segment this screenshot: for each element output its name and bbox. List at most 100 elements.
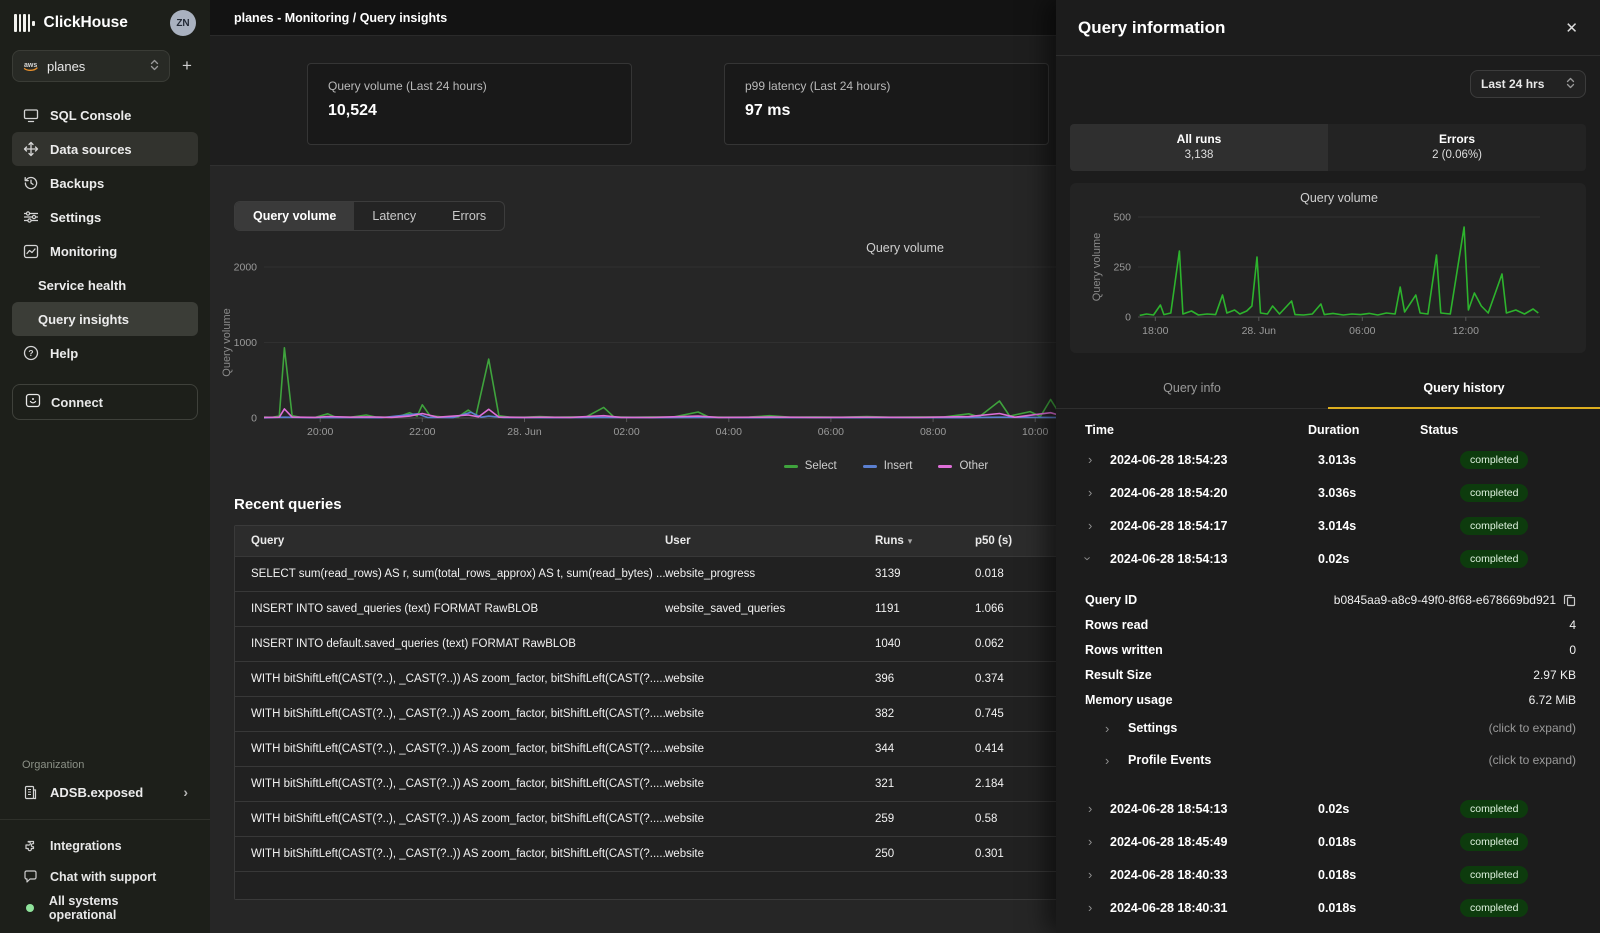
history-row[interactable]: › 2024-06-28 18:40:33 0.018s completed <box>1070 858 1586 891</box>
copy-icon[interactable] <box>1563 593 1576 607</box>
clickhouse-logo-icon <box>14 14 35 32</box>
errors-tab[interactable]: Errors 2 (0.06%) <box>1328 124 1586 171</box>
chevron-updown-icon <box>150 59 159 74</box>
sidebar-item-sql-console[interactable]: SQL Console <box>12 98 198 132</box>
chat-support-item[interactable]: Chat with support <box>12 861 198 892</box>
history-row[interactable]: › 2024-06-28 18:40:31 0.018s completed <box>1070 891 1586 924</box>
svg-text:Query volume: Query volume <box>1300 191 1378 205</box>
sidebar-item-label: Service health <box>38 278 126 293</box>
run-time: 2024-06-28 18:54:13 <box>1110 552 1318 566</box>
chevron-right-icon[interactable]: › <box>1088 452 1110 467</box>
legend-item-other[interactable]: Other <box>938 460 988 472</box>
mini-query-volume-chart: 025050018:0028. Jun06:0012:00Query volum… <box>1070 183 1586 353</box>
tab-latency[interactable]: Latency <box>354 202 434 230</box>
history-row-expanded[interactable]: › 2024-06-28 18:54:13 0.02s completed <box>1070 542 1586 575</box>
sidebar-item-monitoring[interactable]: Monitoring <box>12 234 198 268</box>
rows-written-row: Rows written 0 <box>1070 637 1586 662</box>
query-cell: WITH bitShiftLeft(CAST(?..), _CAST(?..))… <box>235 848 665 860</box>
organization-item[interactable]: ADSB.exposed › <box>12 775 198 809</box>
history-row[interactable]: › 2024-06-28 18:54:20 3.036s completed <box>1070 476 1586 509</box>
chevron-right-icon[interactable]: › <box>1088 834 1110 849</box>
sidebar-item-help[interactable]: ? Help <box>12 336 198 370</box>
history-row[interactable]: › 2024-06-28 18:45:49 0.018s completed <box>1070 825 1586 858</box>
connect-icon <box>25 393 41 411</box>
chevron-right-icon[interactable]: › <box>1088 867 1110 882</box>
time-range-select[interactable]: Last 24 hrs <box>1470 70 1586 98</box>
connect-button[interactable]: Connect <box>12 384 198 420</box>
run-time: 2024-06-28 18:45:49 <box>1110 835 1318 849</box>
legend-label: Other <box>959 460 988 472</box>
mini-chart-svg[interactable]: 025050018:0028. Jun06:0012:00Query volum… <box>1080 187 1550 347</box>
console-icon <box>22 108 39 123</box>
sidebar-item-settings[interactable]: Settings <box>12 200 198 234</box>
panel-tabs: Query info Query history <box>1056 371 1600 409</box>
monitoring-chart-icon <box>22 244 39 259</box>
col-header-duration: Duration <box>1308 423 1420 437</box>
query-id-value: b0845aa9-a8c9-49f0-8f68-e678669bd921 <box>1334 593 1556 607</box>
legend-item-insert[interactable]: Insert <box>863 460 913 472</box>
runs-errors-toggle: All runs 3,138 Errors 2 (0.06%) <box>1070 124 1586 171</box>
profile-events-expandable[interactable]: › Profile Events (click to expand) <box>1070 744 1586 776</box>
sidebar: ClickHouse ZN aws planes + SQL Console D… <box>0 0 210 933</box>
sidebar-item-label: Query insights <box>38 312 129 327</box>
col-header-runs[interactable]: Runs▾ <box>875 535 975 547</box>
sidebar-item-query-insights[interactable]: Query insights <box>12 302 198 336</box>
chevron-down-icon[interactable]: › <box>1086 551 1108 566</box>
history-row[interactable]: › 2024-06-28 18:54:17 3.014s completed <box>1070 509 1586 542</box>
rows-read-row: Rows read 4 <box>1070 612 1586 637</box>
integrations-item[interactable]: Integrations <box>12 830 198 861</box>
chevron-right-icon[interactable]: › <box>1088 801 1110 816</box>
query-information-panel: Query information ✕ Last 24 hrs All runs… <box>1056 0 1600 933</box>
svg-text:18:00: 18:00 <box>1142 325 1168 337</box>
chat-bubble-icon <box>22 869 39 884</box>
runs-cell: 259 <box>875 813 975 825</box>
breadcrumb: planes - Monitoring / Query insights <box>234 11 447 25</box>
svg-text:0: 0 <box>251 413 257 425</box>
all-runs-tab[interactable]: All runs 3,138 <box>1070 124 1328 171</box>
chevron-right-icon[interactable]: › <box>1088 485 1110 500</box>
chevron-right-icon[interactable]: › <box>1088 518 1110 533</box>
status-badge: completed <box>1460 833 1528 851</box>
history-row[interactable]: › 2024-06-28 18:54:23 3.013s completed <box>1070 443 1586 476</box>
sidebar-item-backups[interactable]: Backups <box>12 166 198 200</box>
run-time: 2024-06-28 18:40:33 <box>1110 868 1318 882</box>
query-cell: WITH bitShiftLeft(CAST(?..), _CAST(?..))… <box>235 778 665 790</box>
stat-label: All runs <box>1070 132 1328 146</box>
svg-text:20:00: 20:00 <box>307 426 333 438</box>
sidebar-item-label: Monitoring <box>50 244 117 259</box>
insert-swatch-icon <box>863 465 877 468</box>
tab-query-history[interactable]: Query history <box>1328 371 1600 409</box>
avatar[interactable]: ZN <box>170 10 196 36</box>
tab-query-volume[interactable]: Query volume <box>235 202 354 230</box>
history-row[interactable]: › 2024-06-28 18:54:13 0.02s completed <box>1070 792 1586 825</box>
run-duration: 0.02s <box>1318 552 1430 566</box>
query-history-list: Time Duration Status › 2024-06-28 18:54:… <box>1056 409 1600 933</box>
user-cell: website_saved_queries <box>665 603 875 615</box>
workspace-name: planes <box>47 59 85 74</box>
sidebar-item-data-sources[interactable]: Data sources <box>12 132 198 166</box>
query-id-label: Query ID <box>1085 593 1137 607</box>
svg-text:06:00: 06:00 <box>818 426 844 438</box>
svg-text:10:00: 10:00 <box>1022 426 1048 438</box>
col-header-user[interactable]: User <box>665 535 875 547</box>
tab-query-info[interactable]: Query info <box>1056 371 1328 408</box>
legend-item-select[interactable]: Select <box>784 460 837 472</box>
col-header-query[interactable]: Query <box>235 535 665 547</box>
stat-label: Errors <box>1328 132 1586 146</box>
chevron-right-icon[interactable]: › <box>1088 900 1110 915</box>
run-duration: 0.018s <box>1318 901 1430 915</box>
col-header-time: Time <box>1085 423 1308 437</box>
settings-expandable[interactable]: › Settings (click to expand) <box>1070 712 1586 744</box>
panel-title: Query information <box>1078 18 1225 38</box>
runs-cell: 321 <box>875 778 975 790</box>
svg-text:Query volume: Query volume <box>1091 233 1103 301</box>
system-status-item[interactable]: All systems operational <box>12 892 198 923</box>
user-cell: website <box>665 708 875 720</box>
close-icon[interactable]: ✕ <box>1565 19 1578 37</box>
card-value: 10,524 <box>328 102 611 120</box>
add-service-button[interactable]: + <box>176 56 198 76</box>
sidebar-item-service-health[interactable]: Service health <box>12 268 198 302</box>
workspace-select[interactable]: aws planes <box>12 50 170 82</box>
tab-errors[interactable]: Errors <box>434 202 504 230</box>
sort-desc-icon: ▾ <box>908 536 913 546</box>
